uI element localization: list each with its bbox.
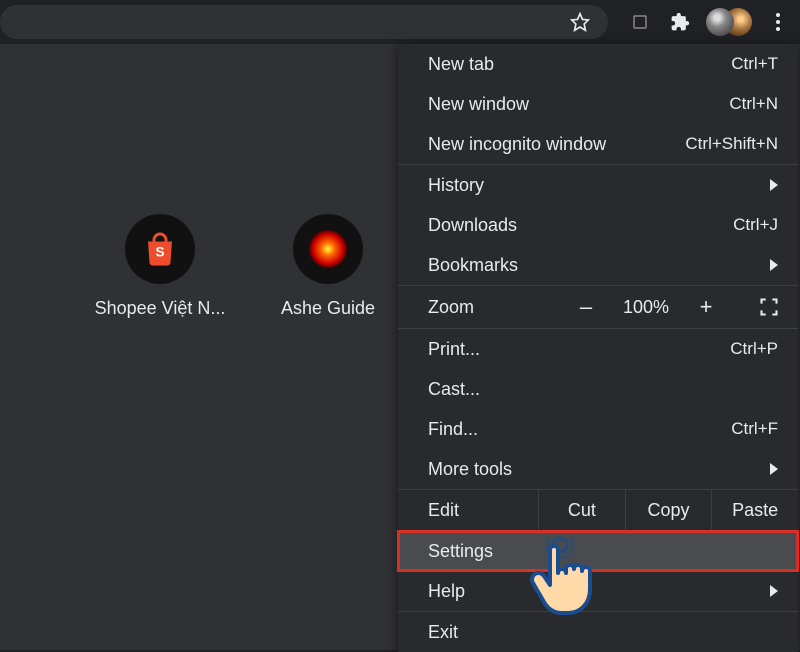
menu-item-help[interactable]: Help: [398, 571, 798, 611]
flame-icon: [309, 230, 347, 268]
submenu-arrow-icon: [770, 463, 778, 475]
keyboard-shortcut: Ctrl+F: [731, 419, 778, 439]
menu-item-history[interactable]: History: [398, 165, 798, 205]
menu-label: Downloads: [428, 215, 517, 236]
keyboard-shortcut: Ctrl+P: [730, 339, 778, 359]
new-tab-content: S Shopee Việt N... Ashe Guide New tab Ct…: [0, 44, 800, 650]
menu-item-settings[interactable]: Settings: [398, 531, 798, 571]
zoom-out-button[interactable]: –: [572, 294, 600, 320]
menu-item-new-incognito[interactable]: New incognito window Ctrl+Shift+N: [398, 124, 798, 164]
cut-button[interactable]: Cut: [538, 490, 625, 530]
submenu-arrow-icon: [770, 585, 778, 597]
menu-label: Settings: [428, 541, 493, 562]
zoom-in-button[interactable]: +: [692, 294, 720, 320]
shortcut-label: Shopee Việt N...: [95, 298, 226, 319]
bookmark-star-icon[interactable]: [566, 8, 594, 36]
menu-label: Print...: [428, 339, 480, 360]
shortcut-icon: [293, 214, 363, 284]
keyboard-shortcut: Ctrl+N: [729, 94, 778, 114]
menu-item-cast[interactable]: Cast...: [398, 369, 798, 409]
extensions-icon[interactable]: [666, 8, 694, 36]
menu-item-downloads[interactable]: Downloads Ctrl+J: [398, 205, 798, 245]
kebab-menu-icon[interactable]: [764, 8, 792, 36]
address-bar[interactable]: [0, 5, 608, 39]
menu-edit-row: Edit Cut Copy Paste: [398, 490, 798, 530]
menu-label: Help: [428, 581, 465, 602]
menu-item-find[interactable]: Find... Ctrl+F: [398, 409, 798, 449]
menu-zoom-row: Zoom – 100% +: [398, 286, 798, 328]
menu-label: New window: [428, 94, 529, 115]
profile-avatar-icon[interactable]: [706, 8, 752, 36]
chrome-main-menu: New tab Ctrl+T New window Ctrl+N New inc…: [398, 44, 798, 652]
keyboard-shortcut: Ctrl+Shift+N: [685, 134, 778, 154]
submenu-arrow-icon: [770, 179, 778, 191]
shortcuts-row: S Shopee Việt N... Ashe Guide: [90, 214, 398, 319]
svg-text:S: S: [155, 245, 164, 260]
menu-label: Edit: [428, 500, 538, 521]
shortcut-shopee[interactable]: S Shopee Việt N...: [90, 214, 230, 319]
fullscreen-button[interactable]: [752, 290, 786, 324]
menu-label: More tools: [428, 459, 512, 480]
menu-label: Zoom: [428, 297, 548, 318]
keyboard-shortcut: Ctrl+J: [733, 215, 778, 235]
menu-item-more-tools[interactable]: More tools: [398, 449, 798, 489]
menu-label: History: [428, 175, 484, 196]
menu-label: New incognito window: [428, 134, 606, 155]
menu-label: Cast...: [428, 379, 480, 400]
menu-item-new-tab[interactable]: New tab Ctrl+T: [398, 44, 798, 84]
zoom-value: 100%: [614, 297, 678, 318]
shortcut-label: Ashe Guide: [281, 298, 375, 319]
browser-toolbar: [0, 0, 800, 44]
paste-button[interactable]: Paste: [711, 490, 798, 530]
menu-item-bookmarks[interactable]: Bookmarks: [398, 245, 798, 285]
readlist-icon[interactable]: [626, 8, 654, 36]
menu-item-print[interactable]: Print... Ctrl+P: [398, 329, 798, 369]
menu-label: Exit: [428, 622, 458, 643]
menu-item-exit[interactable]: Exit: [398, 612, 798, 652]
menu-label: Find...: [428, 419, 478, 440]
menu-label: Bookmarks: [428, 255, 518, 276]
copy-button[interactable]: Copy: [625, 490, 712, 530]
shortcut-ashe[interactable]: Ashe Guide: [258, 214, 398, 319]
menu-label: New tab: [428, 54, 494, 75]
shortcut-icon: S: [125, 214, 195, 284]
keyboard-shortcut: Ctrl+T: [731, 54, 778, 74]
submenu-arrow-icon: [770, 259, 778, 271]
menu-item-new-window[interactable]: New window Ctrl+N: [398, 84, 798, 124]
